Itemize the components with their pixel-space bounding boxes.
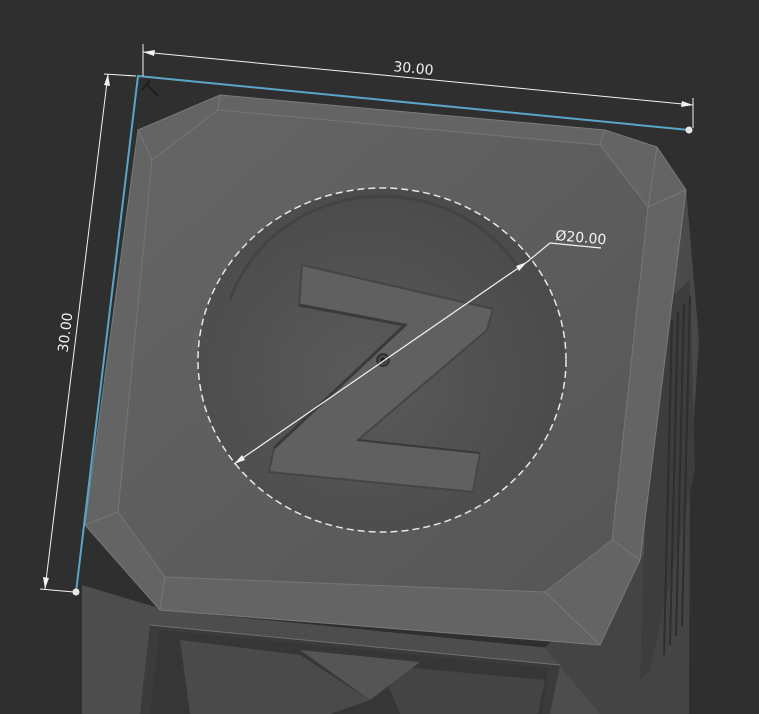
sketch-endpoint-top-right[interactable] bbox=[685, 126, 693, 134]
cad-scene[interactable]: 30.00 30.00 Ø20.00 bbox=[0, 0, 759, 714]
cad-viewport[interactable]: 30.00 30.00 Ø20.00 bbox=[0, 0, 759, 714]
